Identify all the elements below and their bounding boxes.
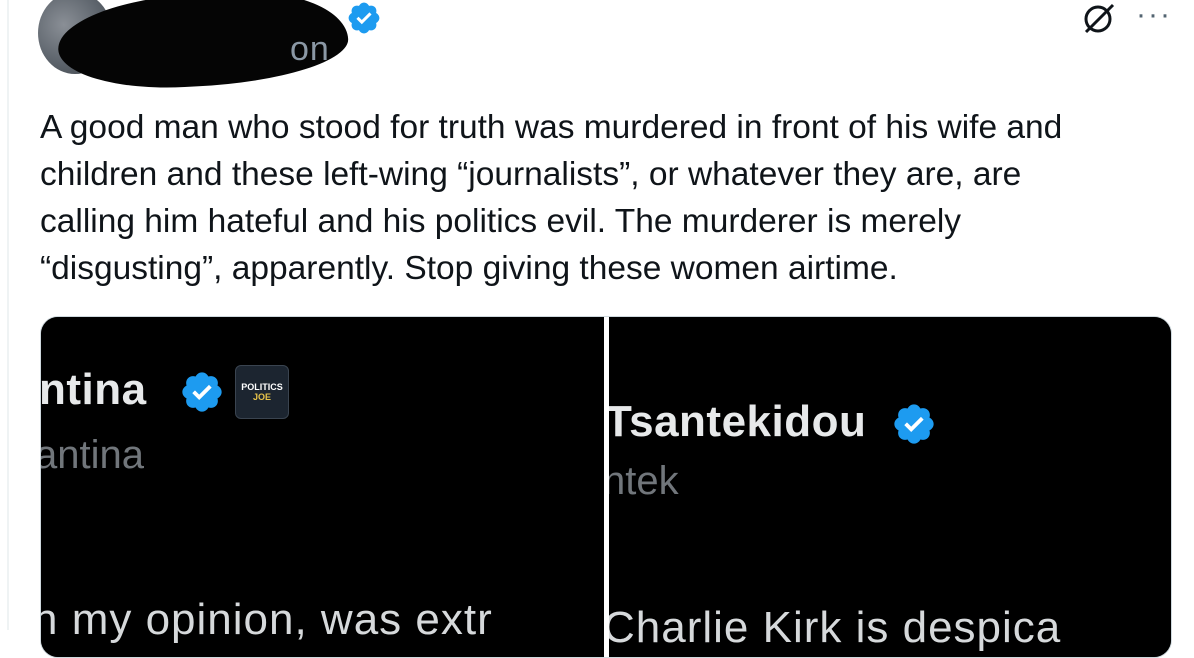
media-attachment[interactable]: ntina POLITICS JOE antina n my opinion, … bbox=[40, 316, 1172, 658]
author-handle-fragment: on bbox=[290, 30, 330, 68]
panel-left-handle: antina bbox=[41, 433, 144, 477]
panel-right-body: Charlie Kirk is despica bbox=[609, 603, 1062, 652]
thread-rule bbox=[7, 0, 9, 630]
affiliate-badge-icon: POLITICS JOE bbox=[235, 365, 289, 419]
verified-check-icon bbox=[182, 372, 222, 412]
verified-check-icon bbox=[894, 404, 934, 444]
more-options-icon[interactable]: ··· bbox=[1136, 0, 1172, 30]
panel-right-name: Tsantekidou bbox=[609, 397, 867, 446]
grok-icon[interactable] bbox=[1082, 2, 1116, 36]
screenshot-panel-right[interactable]: Tsantekidou ntek Charlie Kirk is despica bbox=[609, 317, 1171, 657]
panel-left-name: ntina bbox=[41, 365, 147, 414]
panel-left-body: n my opinion, was extr bbox=[41, 595, 493, 644]
panel-right-handle: ntek bbox=[609, 459, 679, 503]
tweet-text: A good man who stood for truth was murde… bbox=[40, 109, 1063, 287]
affiliate-top: POLITICS bbox=[241, 382, 283, 392]
screenshot-panel-left[interactable]: ntina POLITICS JOE antina n my opinion, … bbox=[41, 317, 604, 657]
affiliate-bottom: JOE bbox=[252, 392, 271, 402]
verified-check-icon bbox=[348, 2, 380, 34]
